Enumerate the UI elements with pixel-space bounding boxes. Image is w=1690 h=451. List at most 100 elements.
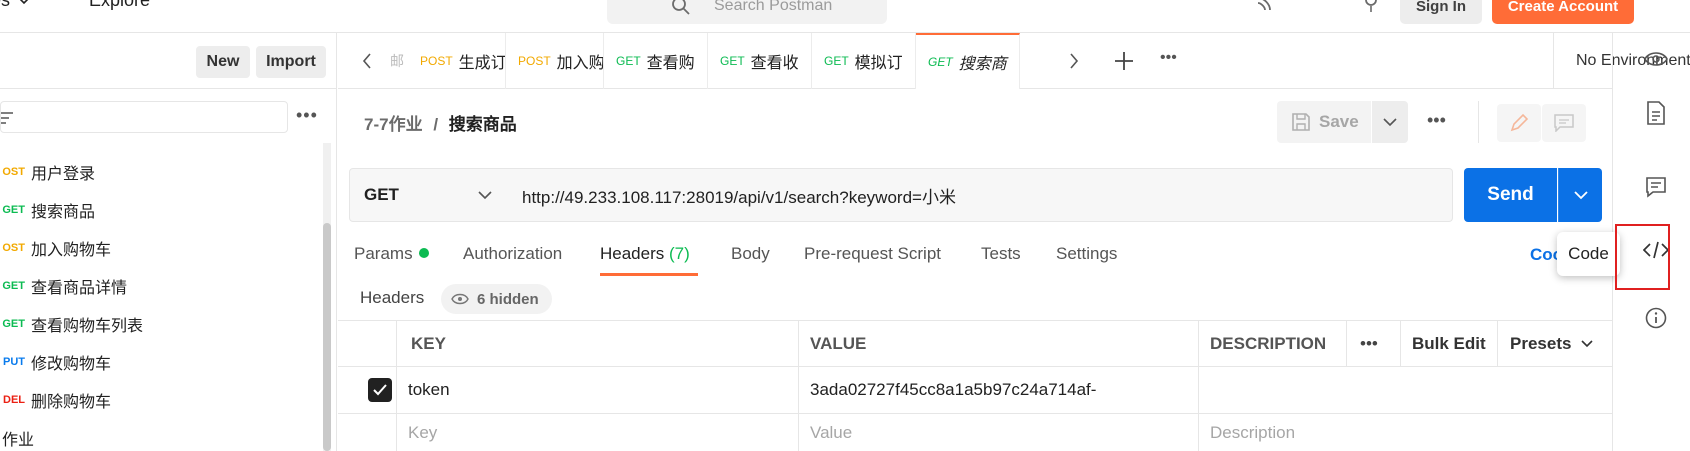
sidebar-request-item[interactable]: PUT 修改购物车 bbox=[0, 343, 320, 381]
comment-icon bbox=[1554, 114, 1574, 132]
params-indicator-dot bbox=[418, 248, 429, 258]
breadcrumb-request-name[interactable]: 搜索商品 bbox=[449, 115, 517, 134]
presets-dropdown[interactable]: Presets bbox=[1510, 321, 1594, 366]
code-tooltip: Code bbox=[1557, 232, 1620, 276]
tab-headers[interactable]: Headers (7) bbox=[600, 244, 690, 264]
header-description-cell[interactable] bbox=[1198, 366, 1612, 413]
tab-params[interactable]: Params bbox=[354, 244, 429, 264]
tab-method: GET bbox=[720, 54, 745, 68]
documentation-icon[interactable] bbox=[1646, 101, 1666, 125]
eye-icon bbox=[451, 293, 469, 305]
sidebar-request-item[interactable]: GET 搜索商品 bbox=[0, 191, 320, 229]
eye-icon[interactable] bbox=[1644, 51, 1668, 67]
headers-count: (7) bbox=[669, 244, 690, 263]
new-value-input[interactable]: Value bbox=[810, 413, 852, 451]
tab-name: 搜索商 bbox=[958, 56, 1007, 73]
sidebar: New Import ••• OST 用户登录 GET 搜索商品 OST 加入购… bbox=[0, 33, 337, 451]
header-enabled-checkbox[interactable] bbox=[368, 378, 392, 402]
header-value-cell[interactable]: 3ada02727f45cc8a1a5b97c24a714af- bbox=[810, 366, 1096, 413]
filter-list-icon bbox=[1, 112, 13, 124]
import-button[interactable]: Import bbox=[256, 46, 326, 78]
new-button[interactable]: New bbox=[196, 46, 250, 78]
tab-name: 查看收 bbox=[750, 55, 799, 72]
workspaces-label: ces bbox=[0, 0, 11, 10]
pencil-icon bbox=[1510, 113, 1529, 132]
http-method-select[interactable]: GET bbox=[349, 168, 509, 222]
tab-body[interactable]: Body bbox=[731, 244, 770, 264]
chevron-right-icon[interactable] bbox=[1069, 53, 1079, 69]
request-tab[interactable]: GET 查看收 bbox=[708, 33, 812, 89]
tabs-more-button[interactable]: ••• bbox=[1160, 49, 1177, 67]
sidebar-request-item[interactable]: OST 用户登录 bbox=[0, 153, 320, 191]
request-tab[interactable]: GET 模拟订 bbox=[812, 33, 916, 89]
sidebar-request-item[interactable]: OST 加入购物车 bbox=[0, 229, 320, 267]
chevron-left-icon[interactable] bbox=[362, 53, 372, 69]
chevron-down-icon bbox=[20, 0, 28, 4]
new-description-input[interactable]: Description bbox=[1210, 413, 1295, 451]
header-key-cell[interactable]: token bbox=[408, 366, 450, 413]
sidebar-more-button[interactable]: ••• bbox=[296, 105, 318, 126]
sign-in-button[interactable]: Sign In bbox=[1400, 0, 1482, 24]
workspaces-menu[interactable]: ces bbox=[0, 0, 30, 11]
explore-link[interactable]: Explore bbox=[89, 0, 150, 11]
tab-name: 生成订 bbox=[458, 55, 506, 72]
breadcrumb: 7-7作业 / 搜索商品 bbox=[364, 110, 517, 135]
info-icon[interactable] bbox=[1645, 307, 1667, 329]
request-name: 查看商品详情 bbox=[31, 280, 128, 297]
filter-input[interactable] bbox=[0, 101, 288, 133]
method-badge: GET bbox=[2, 280, 25, 292]
save-button[interactable]: Save bbox=[1277, 101, 1371, 143]
request-name: 用户登录 bbox=[31, 166, 96, 183]
bulk-edit-button[interactable]: Bulk Edit bbox=[1412, 321, 1486, 366]
hidden-headers-toggle[interactable]: 6 hidden bbox=[441, 284, 552, 314]
method-badge: OST bbox=[2, 242, 25, 254]
breadcrumb-collection[interactable]: 7-7作业 bbox=[364, 115, 423, 134]
request-name: 加入购物车 bbox=[31, 242, 112, 259]
tab-tests[interactable]: Tests bbox=[981, 244, 1021, 264]
search-bar[interactable]: Search Postman bbox=[607, 0, 887, 24]
request-name: 搜索商品 bbox=[31, 204, 96, 221]
save-dropdown-button[interactable] bbox=[1372, 101, 1408, 143]
plus-icon[interactable] bbox=[1114, 51, 1134, 71]
chevron-down-icon bbox=[1383, 117, 1397, 126]
comments-icon[interactable] bbox=[1645, 176, 1667, 198]
sidebar-request-item[interactable]: GET 查看购物车列表 bbox=[0, 305, 320, 343]
tab-authorization[interactable]: Authorization bbox=[463, 244, 562, 264]
table-divider bbox=[1346, 321, 1347, 366]
tab-method: POST bbox=[420, 54, 453, 68]
request-tab[interactable]: POST 生成订 bbox=[408, 33, 506, 89]
settings-icon[interactable] bbox=[1360, 0, 1382, 14]
tab-prerequest-script[interactable]: Pre-request Script bbox=[804, 244, 941, 264]
method-badge: OST bbox=[2, 166, 25, 178]
request-more-button[interactable]: ••• bbox=[1427, 110, 1446, 131]
table-divider bbox=[1497, 321, 1498, 366]
sidebar-folder-item[interactable]: 作业 bbox=[0, 419, 320, 451]
send-dropdown-button[interactable] bbox=[1558, 168, 1602, 222]
request-tab[interactable]: GET 查看购 bbox=[604, 33, 708, 89]
sidebar-scrollbar-thumb[interactable] bbox=[323, 223, 331, 451]
http-method-value: GET bbox=[364, 185, 399, 204]
url-input[interactable]: http://49.233.108.117:28019/api/v1/searc… bbox=[508, 168, 1453, 222]
comment-mode-button[interactable] bbox=[1542, 104, 1586, 142]
satellite-icon[interactable] bbox=[1254, 0, 1278, 14]
tab-partial[interactable]: 邮 bbox=[390, 51, 404, 71]
new-key-input[interactable]: Key bbox=[408, 413, 437, 451]
send-button[interactable]: Send bbox=[1464, 168, 1557, 222]
edit-mode-button[interactable] bbox=[1497, 104, 1541, 142]
tab-settings[interactable]: Settings bbox=[1056, 244, 1117, 264]
request-name: 查看购物车列表 bbox=[31, 318, 144, 335]
sidebar-request-item[interactable]: DEL 删除购物车 bbox=[0, 381, 320, 419]
table-divider bbox=[396, 321, 397, 451]
code-highlight-box bbox=[1615, 224, 1670, 290]
table-more-button[interactable]: ••• bbox=[1360, 321, 1378, 366]
save-label: Save bbox=[1319, 112, 1359, 131]
request-tab-active[interactable]: GET 搜索商 bbox=[916, 33, 1020, 89]
create-account-button[interactable]: Create Account bbox=[1492, 0, 1634, 24]
tab-method: GET bbox=[616, 54, 641, 68]
column-header-description: DESCRIPTION bbox=[1210, 333, 1327, 353]
request-name: 删除购物车 bbox=[31, 394, 112, 411]
table-divider bbox=[1400, 321, 1401, 366]
request-tab[interactable]: POST 加入购 bbox=[506, 33, 604, 89]
sidebar-request-item[interactable]: GET 查看商品详情 bbox=[0, 267, 320, 305]
folder-name: 作业 bbox=[2, 432, 35, 449]
